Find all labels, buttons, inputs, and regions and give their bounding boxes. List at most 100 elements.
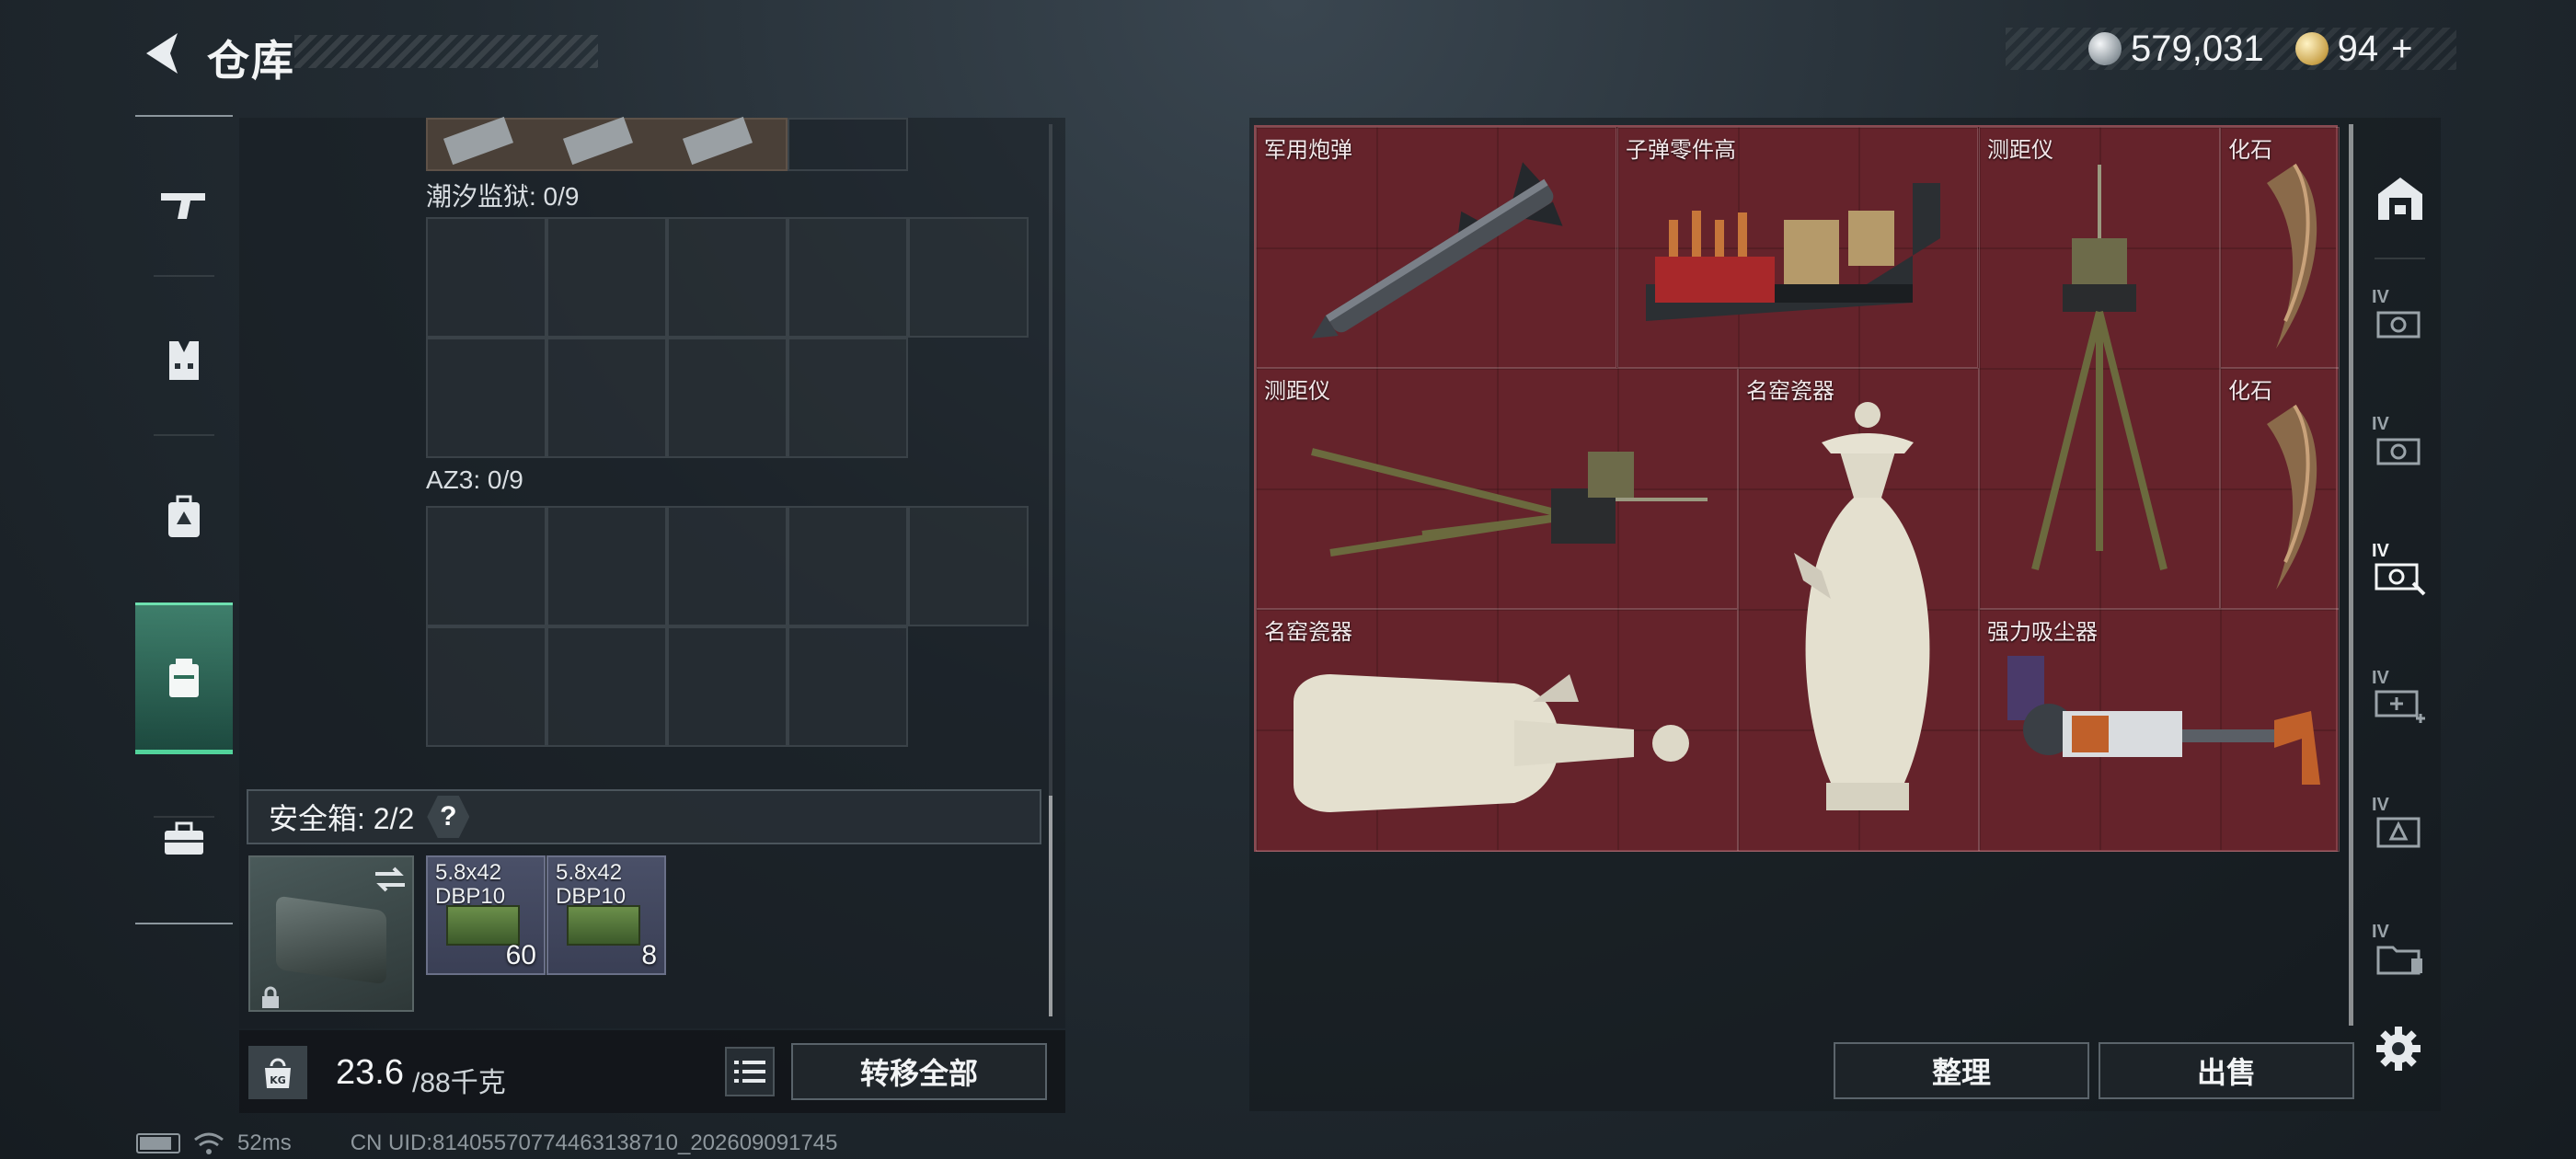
weight-max: /88千克	[412, 1068, 506, 1098]
grid-cell[interactable]	[667, 217, 788, 338]
grid-cell[interactable]	[667, 626, 788, 747]
sort-button[interactable]: 整理	[1834, 1042, 2089, 1099]
grid-cell[interactable]	[426, 626, 546, 747]
grid-cell[interactable]	[788, 338, 908, 458]
grid-cell[interactable]	[667, 506, 788, 626]
category-armor[interactable]	[135, 310, 233, 411]
ammo-count: 8	[641, 940, 657, 970]
az3-grid	[426, 506, 1029, 751]
stash-item-rangefinder-tall[interactable]: 测距仪	[1979, 127, 2220, 609]
stash-tab-2[interactable]: IV	[2361, 394, 2439, 504]
help-button[interactable]: ?	[427, 796, 470, 838]
safe-box-case[interactable]	[248, 855, 414, 1012]
stash-item-rangefinder-wide[interactable]: 测距仪	[1256, 368, 1738, 609]
player-uid: CN UID:81405570774463138710_202609091745	[350, 1130, 838, 1155]
grid-cell[interactable]	[426, 338, 546, 458]
stash-tab-home[interactable]	[2361, 143, 2439, 253]
fossil-claw-icon	[2267, 404, 2317, 590]
weight-icon-label: KG	[270, 1074, 286, 1086]
transfer-all-button[interactable]: 转移全部	[791, 1043, 1047, 1100]
tripod-rangefinder-icon	[2031, 165, 2168, 570]
status-bar: 52ms CN UID:81405570774463138710_2026090…	[136, 1130, 838, 1157]
ammo-type: DBP10	[556, 884, 627, 909]
backpack-icon	[168, 495, 200, 537]
stash-item-porcelain-vase-lying[interactable]: 名窑瓷器	[1256, 609, 1738, 852]
stash-tab-5[interactable]: IV	[2361, 775, 2439, 885]
weight-icon: KG	[248, 1046, 307, 1099]
sell-button[interactable]: 出售	[2099, 1042, 2354, 1099]
grid-cell[interactable]	[908, 506, 1029, 626]
item-label: 强力吸尘器	[1987, 620, 2098, 645]
grid-cell[interactable]	[788, 506, 908, 626]
parts-crate-icon	[1646, 183, 1940, 321]
settings-button[interactable]	[2371, 1021, 2426, 1076]
ammo-slot-2[interactable]: 5.8x42 DBP10 8	[546, 855, 666, 975]
category-weapons[interactable]	[135, 154, 233, 255]
tab-tier: IV	[2372, 668, 2389, 688]
ammo-box-icon	[567, 905, 640, 946]
stash-item-fossil-2[interactable]: 化石	[2220, 368, 2340, 609]
wifi-icon	[194, 1132, 224, 1154]
grid-cell[interactable]	[788, 217, 908, 338]
stash-item-vacuum-cleaner[interactable]: 强力吸尘器	[1979, 609, 2340, 852]
stash-tab-icon	[2376, 438, 2420, 465]
missile-icon	[1311, 162, 1563, 339]
ammo-caliber: 5.8x42	[556, 860, 623, 885]
list-view-button[interactable]	[725, 1047, 775, 1096]
stash-tab-1[interactable]: IV	[2361, 267, 2439, 377]
list-icon	[734, 1061, 765, 1083]
grid-cell[interactable]	[788, 626, 908, 747]
grid-cell[interactable]	[426, 217, 546, 338]
porcelain-vase-icon	[1294, 674, 1689, 812]
vacuum-cleaner-icon	[2007, 656, 2320, 785]
stash-tab-4[interactable]: IV	[2361, 648, 2439, 758]
stash-item-porcelain-vase-tall[interactable]: 名窑瓷器	[1738, 368, 1979, 852]
tab-tier: IV	[2372, 541, 2389, 561]
gun-icon	[161, 193, 205, 219]
item-label: 名窑瓷器	[1264, 620, 1352, 645]
item-icon	[443, 116, 514, 166]
backpack-scroll-thumb[interactable]	[1049, 796, 1052, 1016]
stash-tab-3[interactable]: IV	[2361, 521, 2439, 631]
silver-coin-icon	[2088, 32, 2122, 65]
grid-cell[interactable]	[908, 217, 1029, 338]
kettlebell-icon: KG	[265, 1058, 291, 1088]
grid-cell[interactable]	[667, 338, 788, 458]
grid-cell[interactable]	[546, 626, 667, 747]
gold-balance: 94	[2337, 28, 2379, 69]
currency-bar: 579,031 94 +	[2006, 28, 2456, 70]
stash-item-military-shell[interactable]: 军用炮弹	[1256, 127, 1616, 368]
weight-current: 23.6	[336, 1053, 404, 1092]
fossil-claw-icon	[2267, 163, 2317, 349]
stash-tab-icon	[2376, 311, 2420, 339]
ammo-slot-1[interactable]: 5.8x42 DBP10 60	[426, 855, 546, 975]
category-backpack[interactable]	[135, 466, 233, 568]
stash-tab-6[interactable]: IV	[2361, 901, 2439, 1012]
safe-box-label: 安全箱: 2/2	[269, 802, 415, 835]
item-icon	[682, 116, 753, 166]
gold-coin-icon	[2294, 32, 2329, 65]
grid-cell[interactable]	[546, 506, 667, 626]
stash-item-bullet-parts[interactable]: 子弹零件高	[1617, 127, 1978, 368]
safe-box-header: 安全箱: 2/2 ?	[247, 789, 1041, 844]
add-currency-button[interactable]: +	[2391, 29, 2412, 70]
grid-cell[interactable]	[788, 118, 908, 171]
stash-scrollbar[interactable]	[2349, 124, 2353, 1026]
stash-item-fossil-1[interactable]: 化石	[2220, 127, 2340, 368]
category-container[interactable]	[135, 602, 233, 754]
ammo-type: DBP10	[435, 884, 506, 909]
partial-item-row[interactable]	[426, 116, 788, 171]
stash-tab-rail: IV IV IV IV IV IV	[2361, 120, 2439, 1021]
grid-cell[interactable]	[546, 217, 667, 338]
title-stripe	[294, 35, 598, 68]
grid-cell[interactable]	[426, 506, 546, 626]
grid-cell[interactable]	[546, 338, 667, 458]
item-label: 测距仪	[1264, 379, 1330, 404]
item-label: 测距仪	[1987, 138, 2053, 163]
vest-icon	[169, 341, 199, 380]
back-button[interactable]	[133, 26, 189, 81]
safe-case-image	[276, 895, 386, 985]
section-label-tidal-prison: 潮汐监狱: 0/9	[426, 182, 580, 211]
category-toolbox[interactable]	[135, 788, 233, 889]
swap-icon[interactable]	[372, 865, 408, 894]
